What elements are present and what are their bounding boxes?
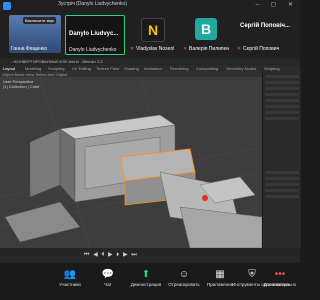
participant-name: Danylo Liudvychenko [69,47,117,53]
teams-logo-icon [3,2,11,10]
emoji-icon: ☺ [178,269,190,280]
mic-muted-icon: ✕ [183,46,188,52]
chat-label: Чат [104,282,112,287]
avatar: B [195,18,217,40]
participant-tile-active-speaker[interactable]: Danylo Liudvyc... Danylo Liudvychenko [65,15,125,55]
mic-muted-icon: ✕ [237,46,242,52]
share-screen-button[interactable]: ⬆ Демонстрация [126,268,166,287]
participants-label: Участники [59,282,81,287]
participant-tile[interactable]: N ✕ Vladyslav Nosenko [128,15,176,53]
participant-tile[interactable]: Виключити звук Ганна Фещенко [9,15,61,53]
blender-timeline[interactable]: ⏮ ◀ ⏴ ▶ ⏵ ▶ ⏭ [0,248,300,263]
participant-tile[interactable]: B ✕ Валерія Пилипенко [181,15,231,53]
react-button[interactable]: ☺ Отреагировать [164,268,204,287]
3d-cursor-icon [202,195,208,201]
avatar: N [141,18,165,42]
playback-controls[interactable]: ⏮ ◀ ⏴ ▶ ⏵ ▶ ⏭ [84,251,138,259]
window-title: Зустріч (Danylo Liudvychenko) [58,1,127,7]
mute-tooltip: Виключити звук [23,17,57,24]
window-controls[interactable]: – ▢ ✕ [256,1,298,8]
participant-tile[interactable]: Сергій Поповіч... ✕ Сергій Попович [235,15,295,53]
participant-name: Ганна Фещенко [11,46,48,52]
3d-model-render [0,77,262,248]
window-titlebar: Зустріч (Danylo Liudvychenko) – ▢ ✕ [0,0,300,12]
share-label: Демонстрация [130,282,162,287]
more-icon: ••• [274,269,286,280]
participant-name: Валерія Пилипенко [189,46,229,52]
meeting-toolbar: 👥 Участники 💬 Чат ⬆ Демонстрация ☺ Отреа… [0,263,300,300]
participant-name: Сергій Попович [243,46,280,52]
participant-name: Vladyslav Nosenko [136,46,174,52]
blender-title: ...\КОНВЕРТИРОВАННЫЕ\KSK.blend - Blender… [10,59,103,64]
more-label: Дополнительно [263,282,297,287]
mic-muted-icon: ✕ [130,46,135,52]
people-icon: 👥 [63,269,77,280]
participant-display-name: Сергій Поповіч... [240,23,290,29]
participants-strip: Виключити звук Ганна Фещенко Danylo Liud… [0,12,300,58]
shared-screen-blender[interactable]: ...\КОНВЕРТИРОВАННЫЕ\KSK.blend - Blender… [0,58,301,263]
chat-button[interactable]: 💬 Чат [88,268,128,287]
blender-menubar: ...\КОНВЕРТИРОВАННЫЕ\KSK.blend - Blender… [0,58,300,65]
3d-viewport[interactable]: User Perspective (1) Collection | Cube [0,77,262,248]
chat-icon: 💬 [101,269,115,280]
share-icon: ⬆ [141,269,151,280]
participant-video-name: Danylo Liudvyc... [69,31,119,37]
leave-meeting-button[interactable]: ••• Дополнительно [262,268,298,287]
properties-panel[interactable] [262,71,301,248]
participants-button[interactable]: 👥 Участники [50,268,90,287]
react-label: Отреагировать [168,282,200,287]
